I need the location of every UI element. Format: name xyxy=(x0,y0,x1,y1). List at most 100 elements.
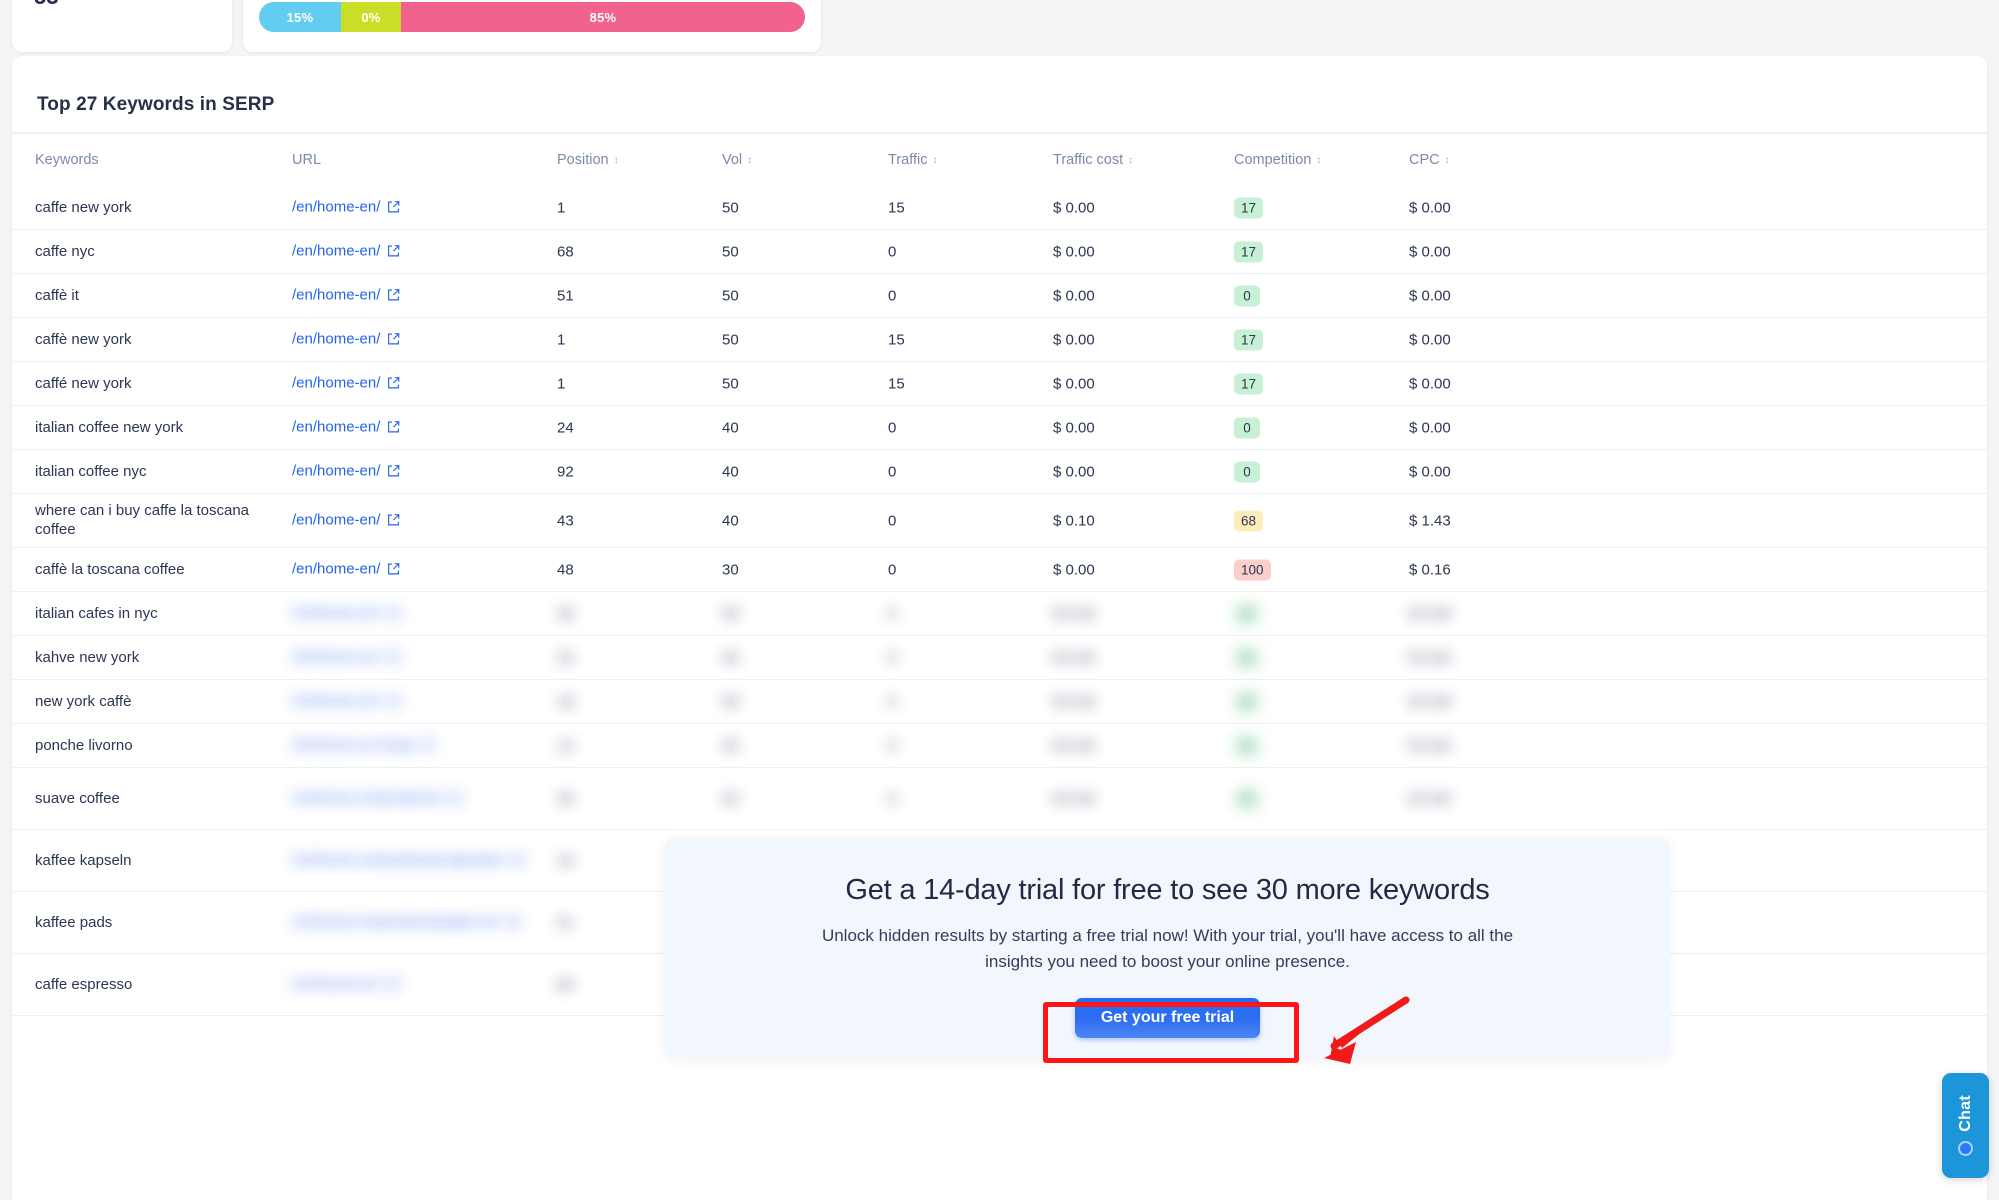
url-link[interactable]: /en/home-en/products/capsules/ xyxy=(292,851,505,868)
external-link-icon[interactable] xyxy=(387,464,400,481)
external-link-icon[interactable] xyxy=(387,562,400,579)
cell-url: /en/home-en/ xyxy=(292,330,400,349)
cell-competition: 0 xyxy=(1234,735,1260,756)
external-link-icon[interactable] xyxy=(387,200,400,217)
cell-traffic: 15 xyxy=(888,331,905,348)
column-header-traffic_cost[interactable]: Traffic cost ↕ xyxy=(1053,152,1133,168)
external-link-icon[interactable] xyxy=(387,694,400,711)
cell-cpc: $ 0.00 xyxy=(1409,649,1451,666)
external-link-icon[interactable] xyxy=(387,420,400,437)
sort-arrows-icon: ↕ xyxy=(747,155,753,166)
table-row[interactable]: kahve new york/en/home-en/22 30 0 $ 0.00 $ 0… xyxy=(12,636,1987,680)
table-row[interactable]: ponche livorno/en/home-en-long/12 20 0 $ 0.… xyxy=(12,724,1987,768)
cell-traffic-cost: $ 0.00 xyxy=(1053,463,1095,480)
url-link[interactable]: /en/home-en/products/pads-en/ xyxy=(292,913,500,930)
column-header-position[interactable]: Position ↕ xyxy=(557,152,619,168)
cell-competition: 0 xyxy=(1234,461,1260,482)
column-header-vol[interactable]: Vol ↕ xyxy=(722,152,752,168)
cell-position: 24 xyxy=(557,419,574,436)
url-link[interactable]: /en/home-en-long/ xyxy=(292,736,414,753)
cell-traffic: 0 xyxy=(888,649,897,666)
table-row[interactable]: italian cafes in nyc/en/home-en/35 30 0 $ 0… xyxy=(12,592,1987,636)
external-link-icon[interactable] xyxy=(387,977,400,994)
external-link-icon[interactable] xyxy=(421,738,434,755)
cell-cpc: $ 0.00 xyxy=(1409,463,1451,480)
data-region: /en/home-en/68 50 0 $ 0.00 $ 0.00 17 xyxy=(12,230,1987,273)
url-link[interactable]: /en/home-en/ xyxy=(292,418,380,435)
get-free-trial-button[interactable]: Get your free trial xyxy=(1074,997,1261,1038)
column-header-label: Vol xyxy=(722,152,743,168)
url-link[interactable]: /en/home-en/ xyxy=(292,242,380,259)
column-header-competition[interactable]: Competition ↕ xyxy=(1234,152,1321,168)
chat-widget-button[interactable]: Chat xyxy=(1942,1073,1989,1178)
cell-position: 12 xyxy=(557,737,574,754)
locked-data-region: /en/home-en-long/12 20 0 $ 0.00 $ 0.00 0 xyxy=(12,724,1987,767)
competition-badge: 0 xyxy=(1234,691,1260,712)
url-link[interactable]: /en/home-en/ xyxy=(292,692,380,709)
external-link-icon[interactable] xyxy=(512,853,525,870)
table-row[interactable]: italian coffee nyc/en/home-en/92 40 0 $ 0.0… xyxy=(12,450,1987,494)
cell-traffic-cost: $ 0.00 xyxy=(1053,737,1095,754)
table-row[interactable]: caffè new york/en/home-en/1 50 15 $ 0.00 $ 0… xyxy=(12,318,1987,362)
table-row[interactable]: caffé new york/en/home-en/1 50 15 $ 0.00 $ 0… xyxy=(12,362,1987,406)
table-row[interactable]: caffè la toscana coffee/en/home-en/48 30 0… xyxy=(12,548,1987,592)
cell-position: 1 xyxy=(557,375,566,392)
table-row[interactable]: new york caffè/en/home-en/18 30 0 $ 0.00 $ 0… xyxy=(12,680,1987,724)
cell-position: 1 xyxy=(557,199,566,216)
cell-cpc: $ 0.00 xyxy=(1409,605,1451,622)
external-link-icon[interactable] xyxy=(387,332,400,349)
competition-badge: 17 xyxy=(1234,241,1264,262)
external-link-icon[interactable] xyxy=(387,376,400,393)
cell-competition: 0 xyxy=(1234,647,1260,668)
external-link-icon[interactable] xyxy=(387,288,400,305)
table-row[interactable]: italian coffee new york/en/home-en/24 40 0… xyxy=(12,406,1987,450)
table-row[interactable]: caffe new york/en/home-en/1 50 15 $ 0.00 $ 0… xyxy=(12,186,1987,230)
table-row[interactable]: suave coffee/en/home-en/products/30 20 0 $ … xyxy=(12,768,1987,830)
url-link[interactable]: /en/home-en/ xyxy=(292,286,380,303)
cell-competition: 17 xyxy=(1234,373,1264,394)
url-link[interactable]: /en/home-en/products/ xyxy=(292,789,442,806)
external-link-icon[interactable] xyxy=(507,915,520,932)
cell-competition: 0 xyxy=(1234,788,1260,809)
table-row[interactable]: caffè it/en/home-en/51 50 0 $ 0.00 $ 0.00 0 xyxy=(12,274,1987,318)
cell-vol: 50 xyxy=(722,243,739,260)
url-link[interactable]: /en/home-en/ xyxy=(292,462,380,479)
cell-position: 60 xyxy=(557,976,574,993)
cell-cpc: $ 0.16 xyxy=(1409,561,1451,578)
cell-position: 43 xyxy=(557,512,574,529)
cell-url: /en/home-en-long/ xyxy=(292,736,434,755)
data-region: /en/home-en/1 50 15 $ 0.00 $ 0.00 17 xyxy=(12,318,1987,361)
url-link[interactable]: /en/home-en/ xyxy=(292,975,380,992)
url-link[interactable]: /en/home-en/ xyxy=(292,560,380,577)
cell-position: 35 xyxy=(557,605,574,622)
external-link-icon[interactable] xyxy=(387,513,400,530)
cell-traffic: 0 xyxy=(888,561,897,578)
url-link[interactable]: /en/home-en/ xyxy=(292,198,380,215)
cell-vol: 50 xyxy=(722,287,739,304)
cell-traffic-cost: $ 0.10 xyxy=(1053,512,1095,529)
column-header-label: Position xyxy=(557,152,609,168)
external-link-icon[interactable] xyxy=(387,606,400,623)
external-link-icon[interactable] xyxy=(387,244,400,261)
url-link[interactable]: /en/home-en/ xyxy=(292,374,380,391)
cta-subtitle: Unlock hidden results by starting a free… xyxy=(821,926,1514,972)
data-region: /en/home-en/43 40 0 $ 0.10 $ 1.43 68 xyxy=(12,494,1987,547)
url-link[interactable]: /en/home-en/ xyxy=(292,604,380,621)
column-header-traffic[interactable]: Traffic ↕ xyxy=(888,152,937,168)
url-link[interactable]: /en/home-en/ xyxy=(292,648,380,665)
trial-cta-modal: Get a 14-day trial for free to see 30 mo… xyxy=(665,838,1670,1058)
url-link[interactable]: /en/home-en/ xyxy=(292,511,380,528)
external-link-icon[interactable] xyxy=(387,650,400,667)
cta-button-row: Get your free trial xyxy=(665,997,1670,1038)
page-root: 53 15%0%85% Top 27 Keywords in SERP Keyw… xyxy=(0,0,1999,1200)
column-header-cpc[interactable]: CPC ↕ xyxy=(1409,152,1450,168)
competition-badge: 100 xyxy=(1234,559,1271,580)
cell-vol: 50 xyxy=(722,199,739,216)
table-row[interactable]: caffe nyc/en/home-en/68 50 0 $ 0.00 $ 0.00 17 xyxy=(12,230,1987,274)
external-link-icon[interactable] xyxy=(449,791,462,808)
url-link[interactable]: /en/home-en/ xyxy=(292,330,380,347)
cell-cpc: $ 0.00 xyxy=(1409,287,1451,304)
cell-cpc: $ 0.00 xyxy=(1409,419,1451,436)
column-header-label: Keywords xyxy=(35,152,99,168)
table-row[interactable]: where can i buy caffe la toscana coffee /… xyxy=(12,494,1987,548)
